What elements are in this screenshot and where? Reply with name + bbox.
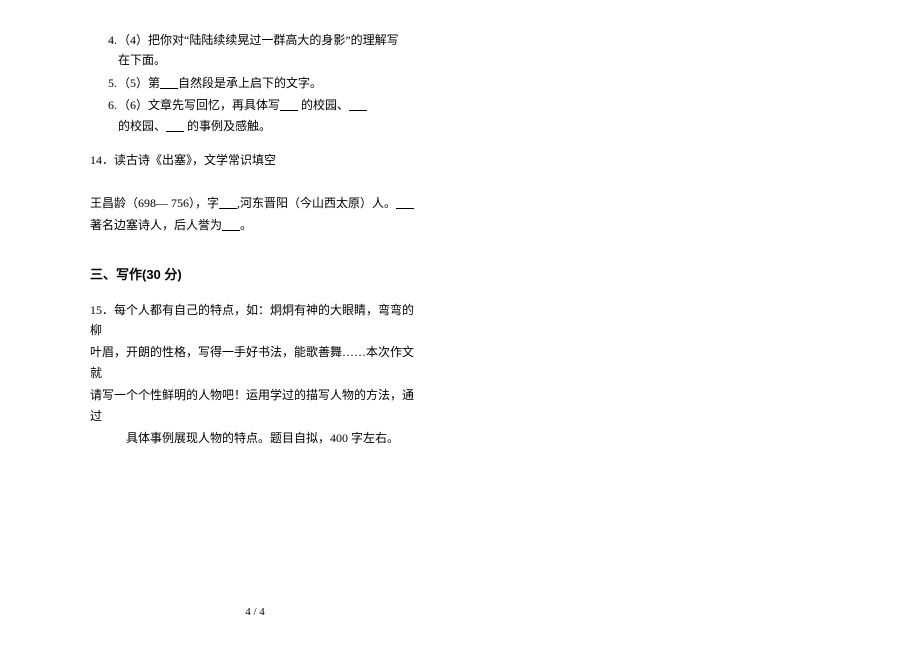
text: （4）把你对“陆陆续续晃过一群高大的身影”的理解写 [118,33,399,47]
list-item-6: 6. （6）文章先写回忆，再具体写 的校园、 的校园、 的事例及感触。 [90,95,420,136]
question-14: 14．读古诗《出塞》，文学常识填空 王昌龄（698— 756），字 ,河东晋阳（… [90,150,420,236]
q15-line3: 请写一个个性鲜明的人物吧！运用学过的描写人物的方法，通过 [90,385,420,426]
text: 的校园、 [118,119,166,133]
text: 王昌龄（698— 756），字 [90,196,219,210]
text: （5）第 [118,76,160,90]
text: 。 [240,218,252,232]
blank [166,119,184,133]
blank [219,196,237,210]
text: 的事例及感触。 [184,119,271,133]
list-number: 6. [90,95,118,136]
text: 在下面。 [118,53,166,67]
q14-line1: 14．读古诗《出塞》，文学常识填空 [90,150,420,170]
list-item-4: 4. （4）把你对“陆陆续续晃过一群高大的身影”的理解写 在下面。 [90,30,420,71]
text: （6）文章先写回忆，再具体写 [118,98,280,112]
list-number: 5. [90,73,118,93]
list-body: （4）把你对“陆陆续续晃过一群高大的身影”的理解写 在下面。 [118,30,420,71]
list-item-5: 5. （5）第 自然段是承上启下的文字。 [90,73,420,93]
blank [396,196,414,210]
page-number: 4 / 4 [0,603,510,622]
text: 自然段是承上启下的文字。 [178,76,322,90]
q15-line2: 叶眉，开朗的性格，写得一手好书法，能歌善舞……本次作文就 [90,342,420,383]
list-body: （5）第 自然段是承上启下的文字。 [118,73,420,93]
list-number: 4. [90,30,118,71]
question-15: 15．每个人都有自己的特点，如：炯炯有神的大眼睛，弯弯的柳 叶眉，开朗的性格，写… [90,300,420,449]
blank [222,218,240,232]
blank [280,98,298,112]
q14-line2: 王昌龄（698— 756），字 ,河东晋阳（今山西太原）人。 [90,193,420,213]
section-3-heading: 三、写作(30 分) [90,264,420,286]
q14-line3: 著名边塞诗人，后人誉为 。 [90,215,420,235]
list-body: （6）文章先写回忆，再具体写 的校园、 的校园、 的事例及感触。 [118,95,420,136]
text: 著名边塞诗人，后人誉为 [90,218,222,232]
text: 的校园、 [298,98,349,112]
q15-line1: 15．每个人都有自己的特点，如：炯炯有神的大眼睛，弯弯的柳 [90,300,420,341]
blank [349,98,367,112]
blank [160,76,178,90]
q15-line4: 具体事例展现人物的特点。题目自拟，400 字左右。 [90,428,420,448]
text: ,河东晋阳（今山西太原）人。 [237,196,396,210]
